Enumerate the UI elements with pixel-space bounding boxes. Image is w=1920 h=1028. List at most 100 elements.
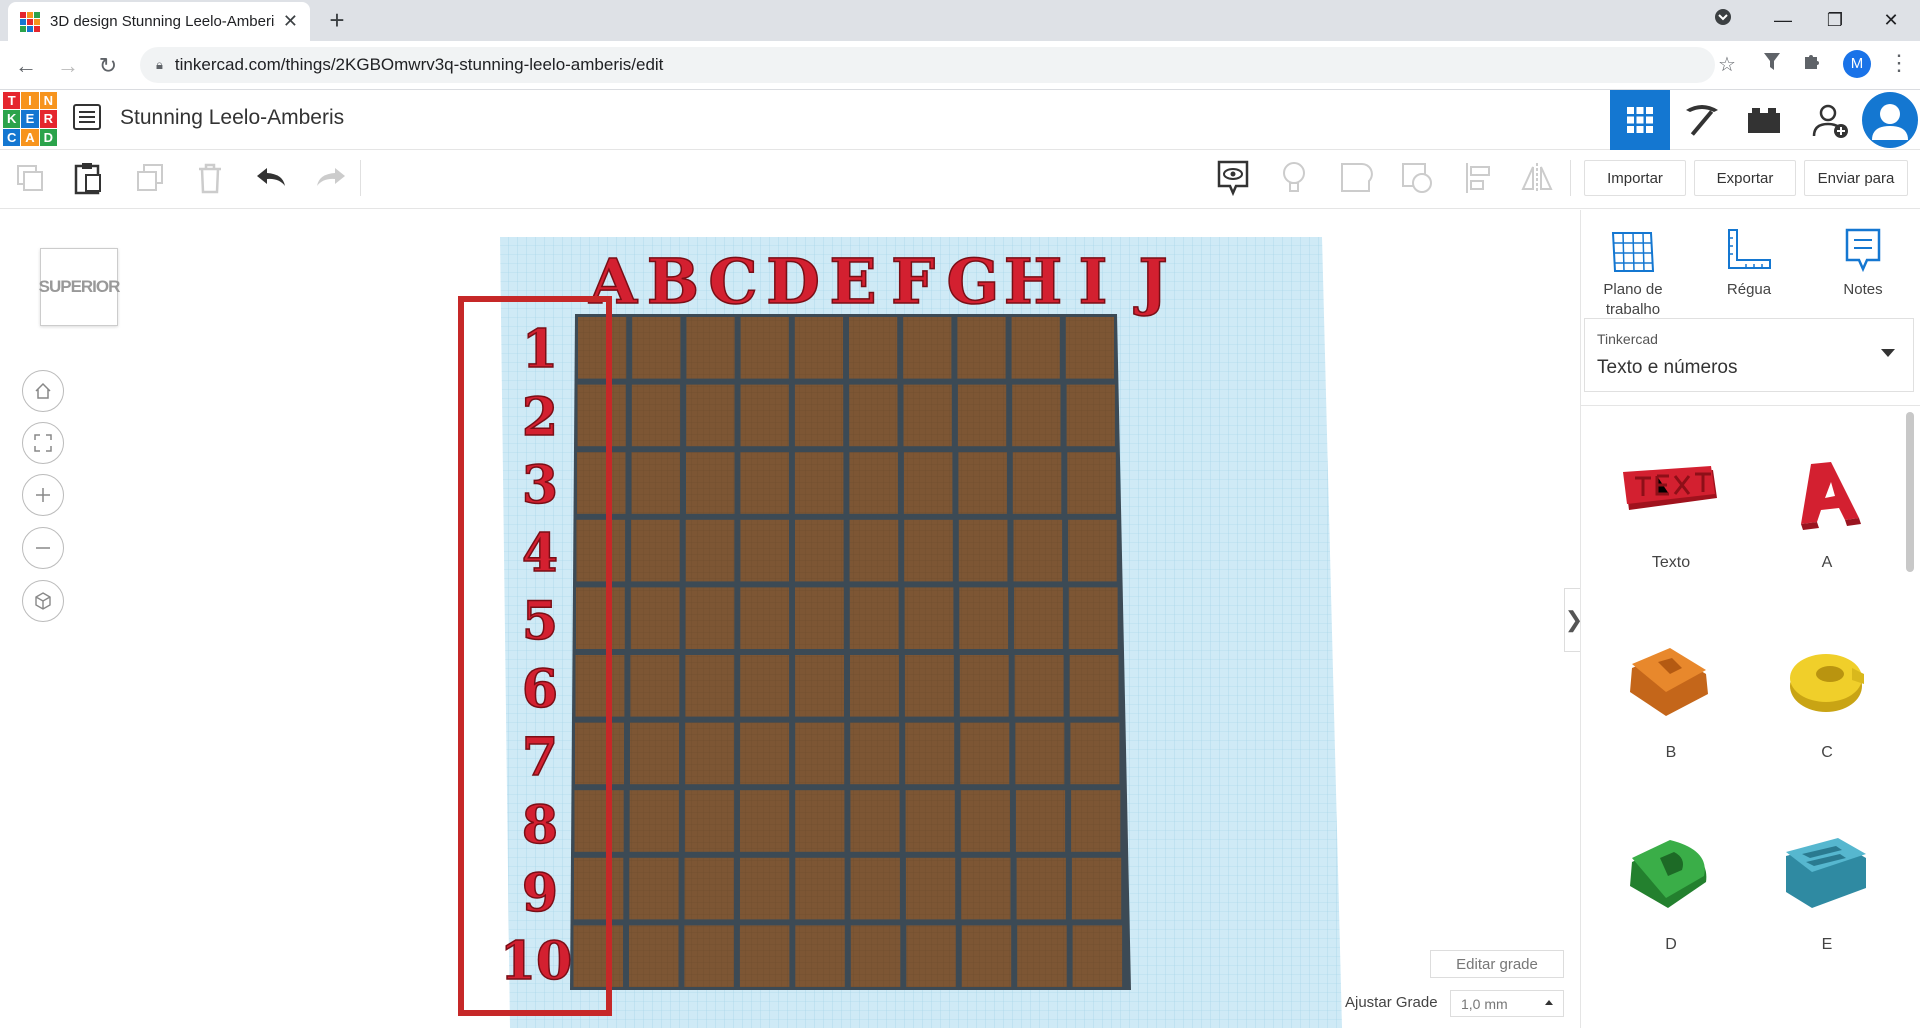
board-cell bbox=[684, 857, 734, 920]
workplane[interactable]: ABCDEFGHIJ 12345678910 bbox=[500, 237, 1342, 1028]
shape-text[interactable]: Texto bbox=[1606, 434, 1736, 572]
lock-icon: 🔒︎ bbox=[156, 57, 163, 72]
url-field[interactable]: 🔒︎ tinkercad.com/things/2KGBOmwrv3q-stun… bbox=[140, 47, 1715, 83]
browser-menu-icon[interactable]: ⋮ bbox=[1888, 50, 1910, 76]
delete-button[interactable] bbox=[190, 158, 230, 198]
duplicate-icon bbox=[137, 164, 163, 191]
zoom-out-button[interactable] bbox=[22, 527, 64, 569]
design-title[interactable]: Stunning Leelo-Amberis bbox=[120, 106, 344, 130]
board-cell bbox=[684, 790, 735, 852]
board-cell bbox=[958, 519, 1008, 582]
shape-solid-icon bbox=[1341, 162, 1373, 192]
bookmark-star-icon[interactable]: ☆ bbox=[1718, 52, 1736, 77]
align-button[interactable] bbox=[1458, 158, 1498, 198]
reload-icon[interactable]: ↻ bbox=[92, 50, 124, 82]
mirror-icon bbox=[1521, 163, 1553, 193]
board-cell bbox=[1067, 452, 1116, 514]
board-cell bbox=[631, 452, 680, 514]
zoom-in-button[interactable] bbox=[22, 474, 64, 516]
invite-user-button[interactable] bbox=[1800, 90, 1860, 150]
selection-highlight-box bbox=[458, 296, 612, 1016]
column-letter: D bbox=[766, 245, 820, 318]
3d-view-button[interactable] bbox=[1610, 90, 1670, 150]
shape-hole-button[interactable] bbox=[1397, 158, 1437, 198]
shape-d[interactable]: D bbox=[1606, 816, 1736, 954]
shape-c[interactable]: C bbox=[1762, 624, 1892, 762]
url-text: tinkercad.com/things/2KGBOmwrv3q-stunnin… bbox=[174, 55, 664, 74]
ruler-button[interactable]: Régua bbox=[1694, 224, 1804, 300]
minimize-icon[interactable]: — bbox=[1760, 6, 1806, 34]
add-user-icon bbox=[1812, 104, 1848, 138]
shape-library-dropdown[interactable]: Tinkercad Texto e números bbox=[1584, 318, 1914, 392]
board-cell bbox=[903, 452, 953, 514]
send-to-button[interactable]: Enviar para bbox=[1804, 160, 1908, 196]
board-cell bbox=[849, 452, 898, 514]
home-view-button[interactable] bbox=[22, 370, 64, 412]
redo-button[interactable] bbox=[310, 158, 350, 198]
plus-icon bbox=[36, 488, 50, 502]
board-cell bbox=[686, 384, 735, 447]
board-cell bbox=[850, 925, 901, 987]
workplane-button[interactable]: Plano de trabalho bbox=[1578, 224, 1688, 320]
shape-solid-button[interactable] bbox=[1336, 158, 1376, 198]
snap-grid-select[interactable]: 1,0 mm bbox=[1450, 990, 1564, 1017]
minus-icon bbox=[36, 547, 50, 549]
design-list-icon[interactable] bbox=[73, 104, 101, 130]
shape-e[interactable]: E bbox=[1762, 816, 1892, 954]
extension-filter-icon[interactable] bbox=[1763, 52, 1781, 78]
light-toggle-button[interactable] bbox=[1274, 158, 1314, 198]
letter-b-shape-icon bbox=[1606, 624, 1736, 744]
copy-button[interactable] bbox=[10, 158, 50, 198]
tinkercad-logo[interactable]: T I N K E R C A D bbox=[3, 92, 57, 146]
shape-hole-icon bbox=[1402, 163, 1432, 193]
board-cell bbox=[850, 790, 900, 852]
fit-view-icon bbox=[34, 434, 52, 452]
blocks-pickaxe-button[interactable] bbox=[1672, 90, 1732, 150]
browser-tab[interactable]: 3D design Stunning Leelo-Amberis ✕ bbox=[8, 2, 310, 41]
new-tab-button[interactable]: + bbox=[322, 6, 352, 36]
close-window-icon[interactable]: ✕ bbox=[1868, 6, 1914, 34]
perspective-button[interactable] bbox=[22, 580, 64, 622]
cube-icon bbox=[35, 592, 51, 610]
board-cell bbox=[1071, 857, 1122, 920]
panel-scrollbar[interactable] bbox=[1906, 412, 1914, 572]
fit-view-button[interactable] bbox=[22, 422, 64, 464]
board-cell bbox=[1013, 519, 1063, 582]
view-cube[interactable]: SUPERIOR bbox=[39, 248, 120, 326]
tab-close-icon[interactable]: ✕ bbox=[283, 11, 298, 32]
shape-b[interactable]: B bbox=[1606, 624, 1736, 762]
board-cell bbox=[631, 519, 680, 582]
board-cell bbox=[740, 655, 790, 717]
paste-button[interactable] bbox=[68, 158, 108, 198]
undo-button[interactable] bbox=[252, 158, 292, 198]
notes-button[interactable]: Notes bbox=[1808, 224, 1918, 300]
duplicate-button[interactable] bbox=[130, 158, 170, 198]
board-cell bbox=[1068, 587, 1118, 649]
forward-icon[interactable]: → bbox=[52, 50, 84, 82]
board-cell bbox=[960, 790, 1010, 852]
board-cell bbox=[684, 925, 734, 987]
column-letter: H bbox=[1004, 245, 1063, 318]
import-button[interactable]: Importar bbox=[1584, 160, 1686, 196]
board-cell bbox=[1017, 925, 1067, 987]
shape-label: E bbox=[1821, 936, 1833, 953]
profile-avatar[interactable]: M bbox=[1843, 50, 1871, 78]
column-letter: F bbox=[891, 245, 935, 318]
column-letter: C bbox=[708, 245, 757, 318]
bricks-button[interactable] bbox=[1734, 90, 1794, 150]
extensions-puzzle-icon[interactable] bbox=[1802, 52, 1822, 78]
mirror-button[interactable] bbox=[1517, 158, 1557, 198]
notes-visibility-button[interactable] bbox=[1213, 158, 1253, 198]
board-cell bbox=[740, 857, 790, 920]
board-cell bbox=[904, 587, 954, 649]
letter-a-shape-icon bbox=[1762, 434, 1892, 554]
export-button[interactable]: Exportar bbox=[1694, 160, 1796, 196]
user-avatar[interactable] bbox=[1862, 92, 1918, 148]
tab-search-icon[interactable] bbox=[1700, 6, 1746, 34]
shape-a[interactable]: A bbox=[1762, 434, 1892, 572]
board-cell bbox=[630, 722, 679, 785]
restore-icon[interactable]: ❐ bbox=[1812, 6, 1858, 34]
board-cell bbox=[795, 722, 845, 785]
edit-grid-button[interactable]: Editar grade bbox=[1430, 950, 1564, 978]
back-icon[interactable]: ← bbox=[10, 50, 42, 82]
